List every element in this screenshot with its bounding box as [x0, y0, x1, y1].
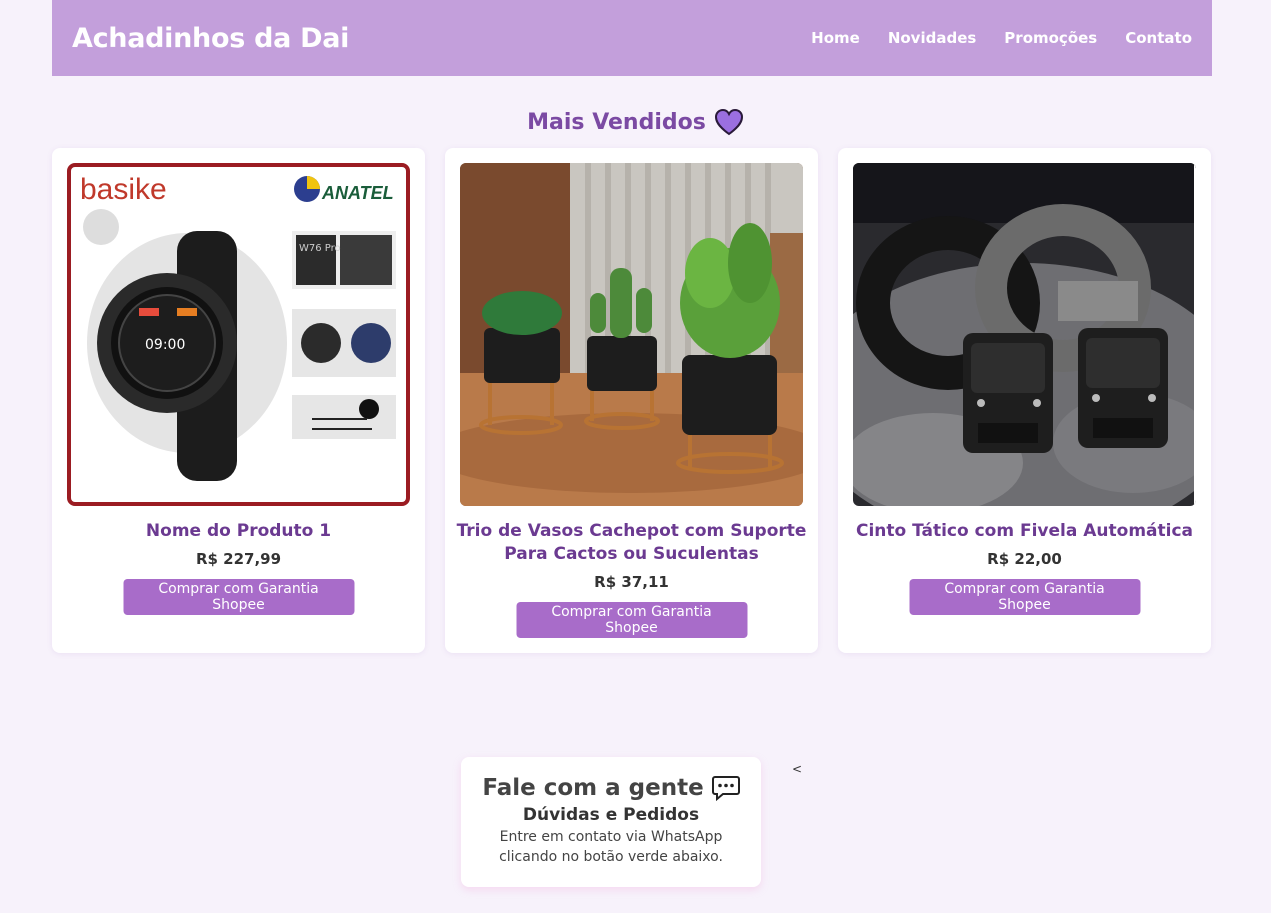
product-image-tactical-belts[interactable] — [853, 163, 1196, 506]
heart-icon — [714, 108, 743, 136]
site-header: Achadinhos da Dai Home Novidades Promoçõ… — [52, 0, 1212, 76]
product-card: Trio de Vasos Cachepot com Suporte Para … — [445, 148, 818, 653]
main-nav: Home Novidades Promoções Contato — [783, 29, 1192, 47]
contact-text: Entre em contato via WhatsApp clicando n… — [499, 829, 723, 865]
brand-logo[interactable]: Achadinhos da Dai — [72, 23, 349, 54]
svg-text:basike: basike — [80, 173, 167, 206]
product-card: Cinto Tático com Fivela Automática R$ 22… — [838, 148, 1211, 653]
product-price: R$ 227,99 — [195, 550, 282, 568]
product-card: basike ANATEL 09:00 W76 Pro Nome do Prod… — [52, 148, 425, 653]
buy-button[interactable]: Comprar com Garantia Shopee — [516, 602, 747, 638]
svg-text:ANATEL: ANATEL — [321, 183, 394, 203]
section-title: Mais Vendidos — [0, 108, 1271, 136]
svg-text:W76 Pro: W76 Pro — [299, 243, 341, 254]
chat-icon — [711, 776, 740, 801]
nav-contato[interactable]: Contato — [1125, 29, 1192, 47]
product-price: R$ 37,11 — [594, 573, 669, 591]
contact-subtitle: Dúvidas e Pedidos — [522, 805, 700, 825]
product-name[interactable]: Nome do Produto 1 — [62, 520, 415, 543]
contact-title-text: Fale com a gente — [482, 775, 704, 801]
nav-novidades[interactable]: Novidades — [888, 29, 976, 47]
contact-box: Fale com a gente Dúvidas e Pedidos Entre… — [461, 757, 761, 887]
product-image-plant-pots[interactable] — [460, 163, 803, 506]
section-title-text: Mais Vendidos — [527, 109, 706, 135]
svg-text:09:00: 09:00 — [145, 337, 185, 353]
product-name[interactable]: Cinto Tático com Fivela Automática — [848, 520, 1201, 543]
product-image-smartwatch[interactable]: basike ANATEL 09:00 W76 Pro — [67, 163, 410, 506]
buy-button[interactable]: Comprar com Garantia Shopee — [123, 579, 354, 615]
nav-home[interactable]: Home — [811, 29, 860, 47]
stray-text: < — [792, 762, 803, 776]
product-name[interactable]: Trio de Vasos Cachepot com Suporte Para … — [455, 520, 808, 566]
contact-title: Fale com a gente — [461, 775, 761, 801]
buy-button[interactable]: Comprar com Garantia Shopee — [909, 579, 1140, 615]
product-price: R$ 22,00 — [987, 550, 1062, 568]
nav-promocoes[interactable]: Promoções — [1004, 29, 1097, 47]
